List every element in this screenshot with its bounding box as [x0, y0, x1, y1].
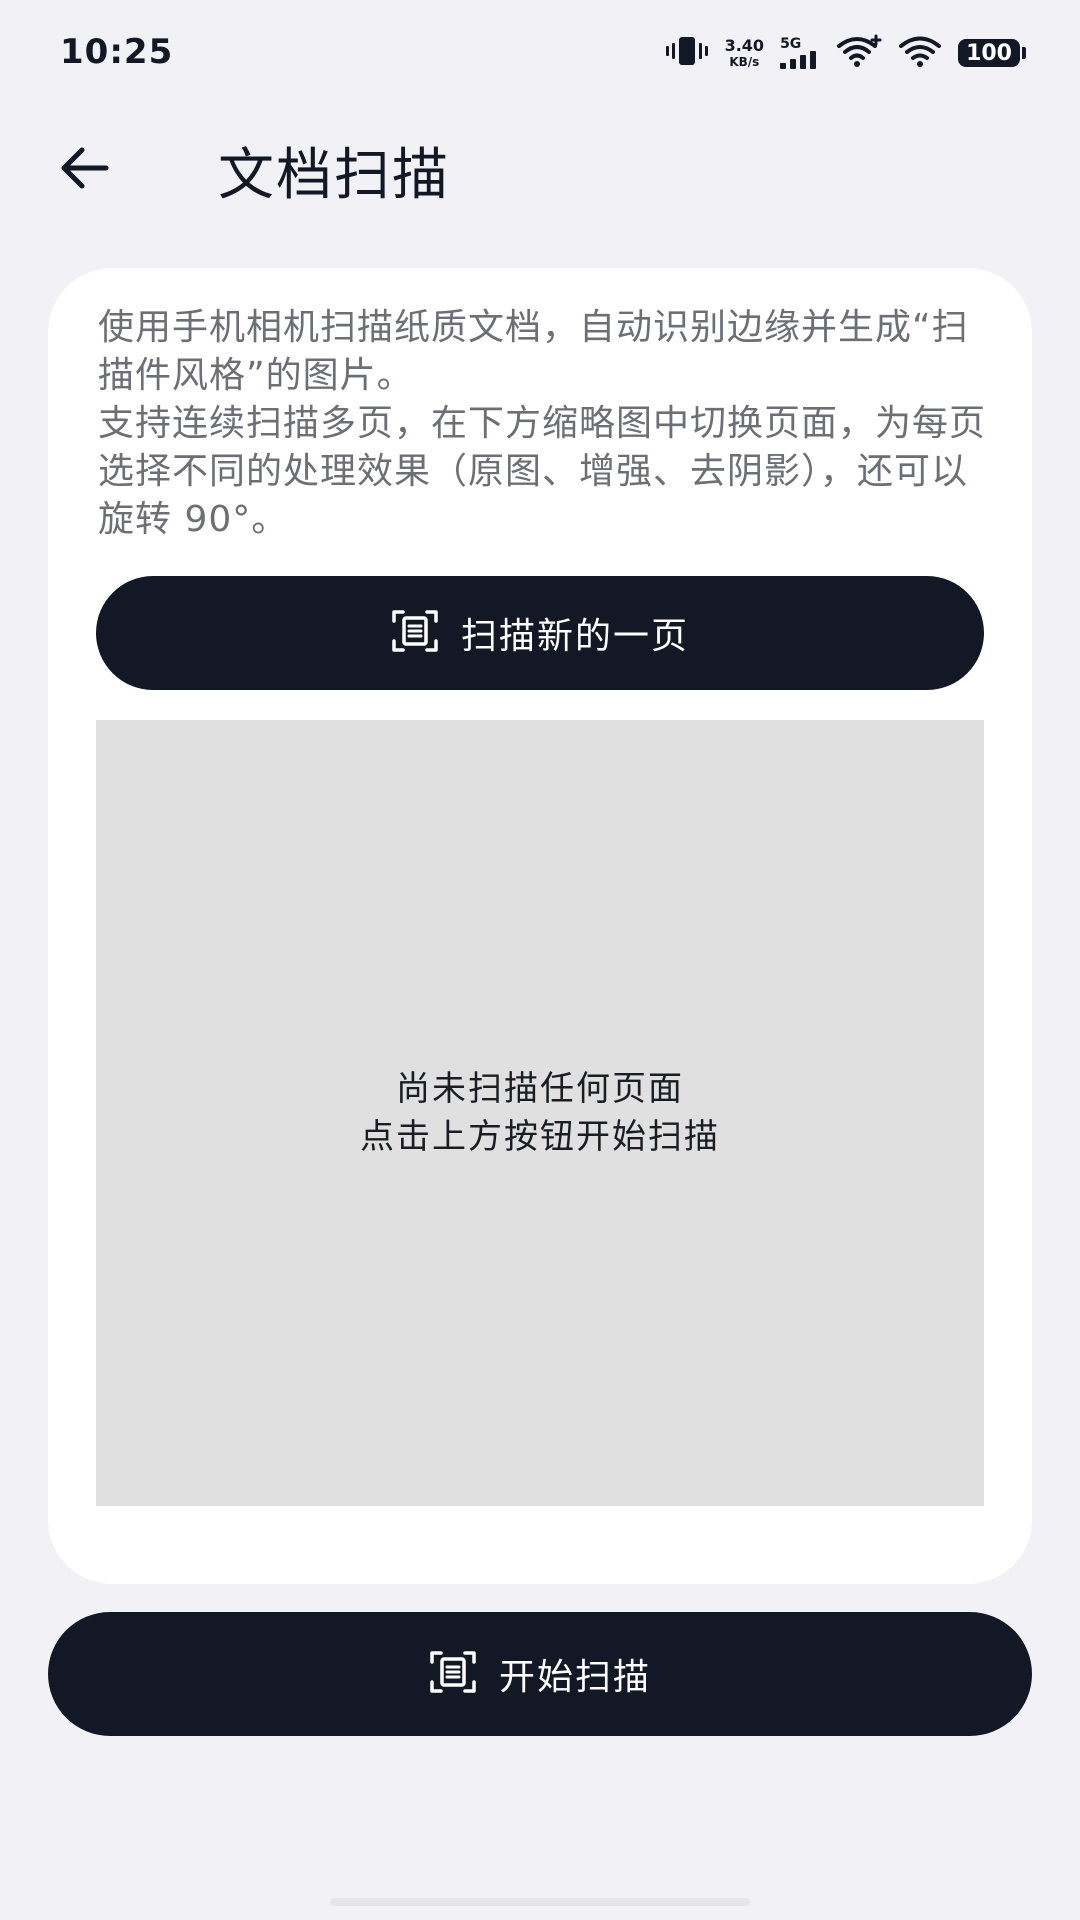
battery-indicator: 100 — [958, 39, 1026, 67]
network-speed-value: 3.40 — [724, 36, 765, 55]
document-scan-icon — [429, 1650, 477, 1698]
vibrate-icon — [665, 36, 709, 70]
status-bar: 10:25 3.40 KB/s 5G 100 — [0, 0, 1080, 110]
wifi-plus-icon — [836, 34, 882, 72]
scan-new-page-button[interactable]: 扫描新的一页 — [96, 576, 984, 690]
battery-level: 100 — [966, 40, 1012, 66]
empty-state-title: 尚未扫描任何页面 — [396, 1069, 684, 1109]
scan-card: 使用手机相机扫描纸质文档，自动识别边缘并生成“扫描件风格”的图片。 支持连续扫描… — [48, 268, 1032, 1584]
start-scan-label: 开始扫描 — [498, 1657, 651, 1698]
cellular-signal-icon: 5G — [780, 37, 820, 69]
description-line: 支持连续扫描多页，在下方缩略图中切换页面，为每页选择不同的处理效果（原图、增强、… — [98, 403, 987, 540]
network-speed-unit: KB/s — [729, 55, 760, 69]
empty-state-hint: 点击上方按钮开始扫描 — [360, 1117, 720, 1157]
page-title: 文档扫描 — [218, 143, 450, 208]
document-scan-icon — [391, 609, 439, 657]
status-icons: 3.40 KB/s 5G 100 — [665, 34, 1026, 72]
back-button[interactable] — [52, 138, 116, 202]
network-type-label: 5G — [780, 36, 802, 52]
description-line: 使用手机相机扫描纸质文档，自动识别边缘并生成“扫描件风格”的图片。 — [98, 307, 969, 396]
network-speed: 3.40 KB/s — [724, 36, 765, 69]
start-scan-button[interactable]: 开始扫描 — [48, 1612, 1032, 1736]
home-indicator[interactable] — [330, 1898, 750, 1906]
wifi-icon — [898, 34, 942, 72]
app-header: 文档扫描 — [0, 120, 1080, 220]
status-time: 10:25 — [60, 32, 174, 72]
scan-preview-area: 尚未扫描任何页面 点击上方按钮开始扫描 — [96, 720, 984, 1506]
scan-new-page-label: 扫描新的一页 — [460, 616, 689, 657]
description: 使用手机相机扫描纸质文档，自动识别边缘并生成“扫描件风格”的图片。 支持连续扫描… — [98, 304, 988, 544]
arrow-left-icon — [58, 146, 110, 194]
